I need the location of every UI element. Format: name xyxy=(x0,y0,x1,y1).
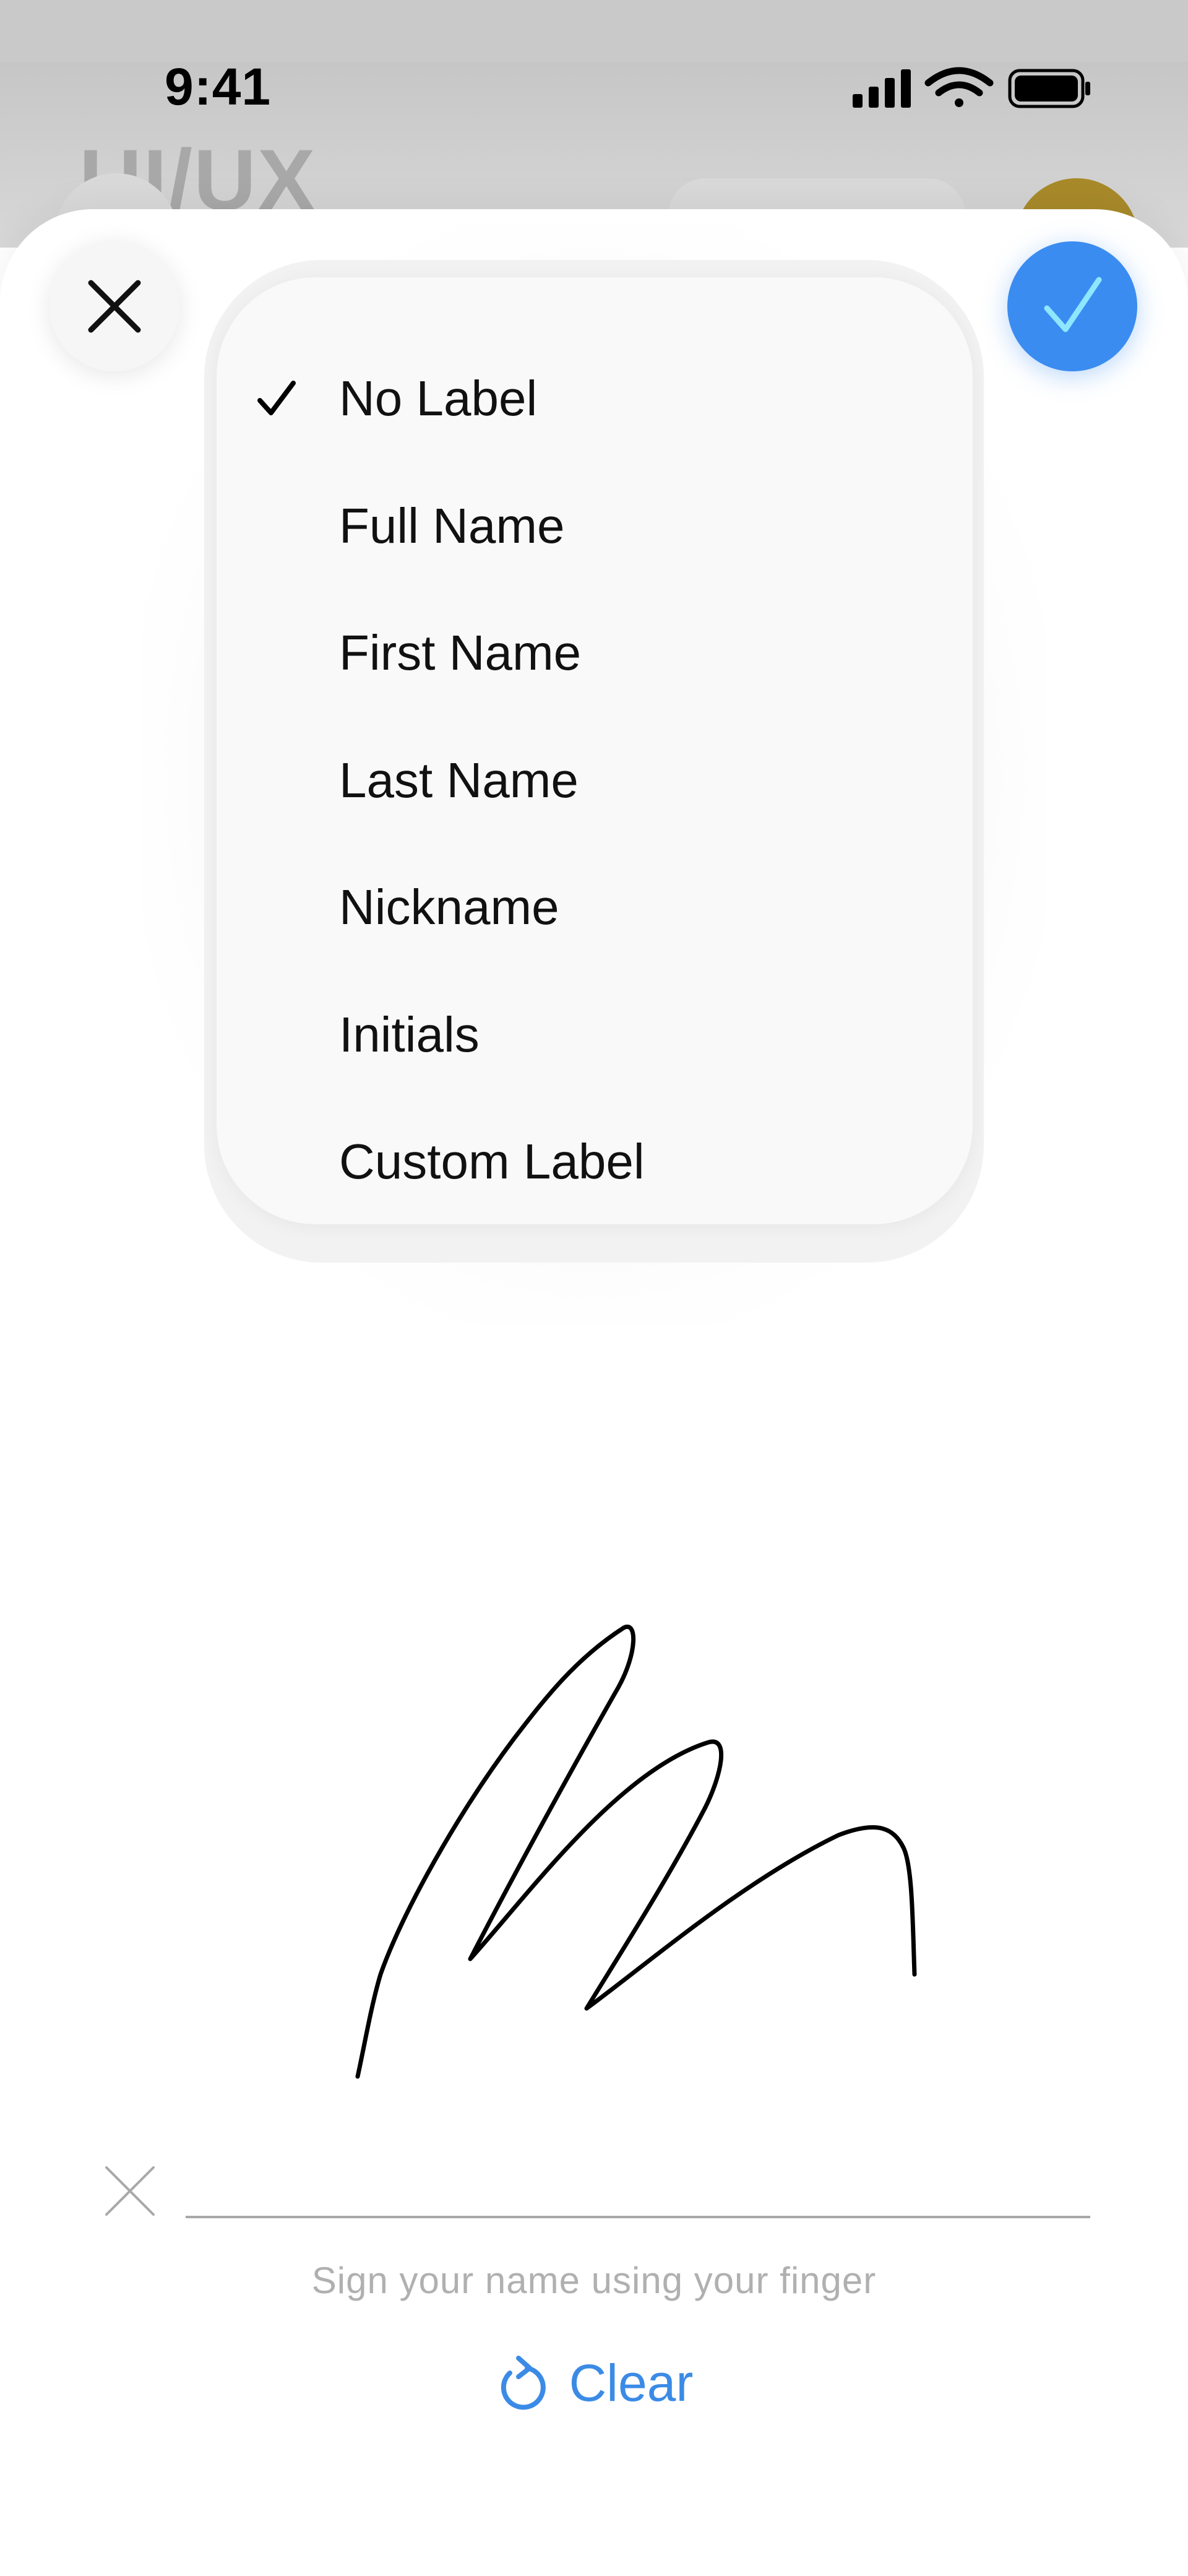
menu-item-no-label[interactable]: No Label xyxy=(217,337,973,460)
clear-button-label: Clear xyxy=(569,2353,694,2412)
menu-item-label: First Name xyxy=(339,625,582,680)
menu-item-label: Full Name xyxy=(339,498,565,553)
close-icon xyxy=(88,280,141,333)
status-icons xyxy=(853,67,1090,108)
menu-item-nickname[interactable]: Nickname xyxy=(217,845,973,969)
checkmark-icon xyxy=(1044,277,1102,332)
menu-item-first-name[interactable]: First Name xyxy=(217,591,973,715)
signature-stroke xyxy=(355,1624,917,2079)
menu-item-label: Nickname xyxy=(339,880,559,935)
menu-item-full-name[interactable]: Full Name xyxy=(217,464,973,588)
battery-icon xyxy=(1008,69,1090,108)
menu-item-label: Last Name xyxy=(339,753,579,808)
checkmark-icon xyxy=(257,381,296,415)
menu-item-label: Initials xyxy=(339,1007,480,1062)
undo-icon xyxy=(501,2356,546,2410)
signature-hint: Sign your name using your finger xyxy=(311,2260,877,2301)
menu-item-label: Custom Label xyxy=(339,1134,645,1189)
signature-baseline xyxy=(186,2216,1090,2218)
menu-item-label: No Label xyxy=(339,371,538,426)
menu-item-last-name[interactable]: Last Name xyxy=(217,719,973,842)
menu-item-custom-label[interactable]: Custom Label xyxy=(217,1100,973,1224)
status-bar: 9:41 xyxy=(0,0,1188,179)
cellular-signal-icon xyxy=(853,69,911,108)
menu-item-initials[interactable]: Initials xyxy=(217,973,973,1097)
label-dropdown-menu: No Label Full Name First Name Last Name … xyxy=(217,277,973,1224)
wifi-icon xyxy=(924,67,994,107)
signature-x-icon xyxy=(105,2166,155,2216)
signature-canvas[interactable] xyxy=(0,1547,1188,2104)
clear-button[interactable]: Clear xyxy=(489,2340,699,2426)
status-time: 9:41 xyxy=(165,58,272,116)
